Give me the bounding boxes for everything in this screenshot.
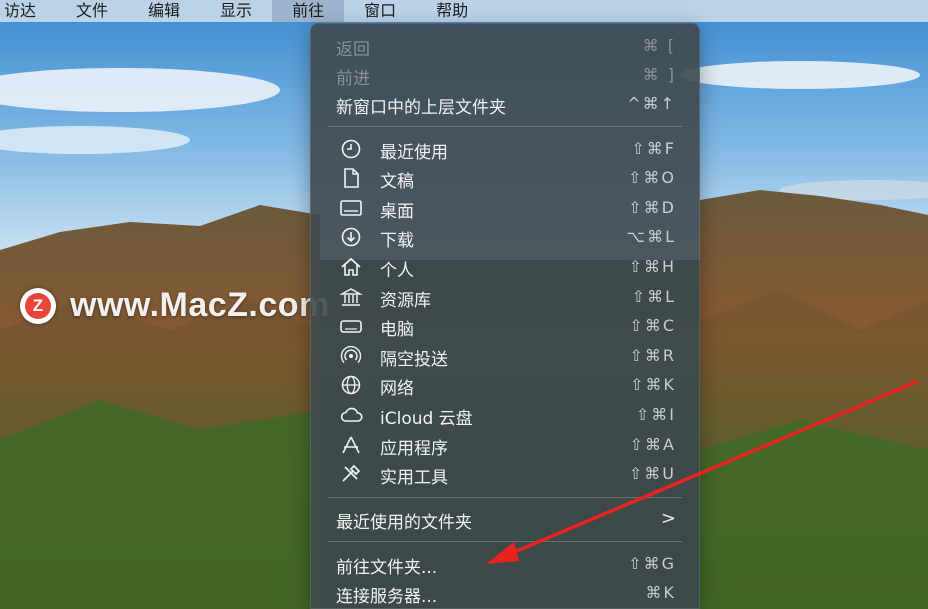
menu-separator xyxy=(328,126,682,127)
watermark-logo-letter: Z xyxy=(25,292,51,319)
watermark-text: www.MacZ.com xyxy=(70,286,330,324)
menu-item-desktop[interactable]: 桌面 ⇧⌘D xyxy=(310,194,700,222)
menu-item-go-to-folder[interactable]: 前往文件夹... ⇧⌘G xyxy=(310,550,700,578)
menubar-edit[interactable]: 编辑 xyxy=(128,0,200,22)
network-icon xyxy=(338,374,364,396)
menu-item-label: 最近使用 xyxy=(380,143,448,163)
cloud-icon xyxy=(338,404,364,426)
menu-item-utilities[interactable]: 实用工具 ⇧⌘U xyxy=(310,460,700,488)
menu-item-label: 电脑 xyxy=(380,320,414,340)
menu-item-shortcut: ⌥⌘L xyxy=(626,227,676,246)
menu-item-icloud-drive[interactable]: iCloud 云盘 ⇧⌘I xyxy=(310,401,700,429)
menu-item-documents[interactable]: 文稿 ⇧⌘O xyxy=(310,164,700,192)
menu-item-shortcut: ⇧⌘U xyxy=(628,464,676,483)
menubar-window[interactable]: 窗口 xyxy=(344,0,416,22)
menubar-file[interactable]: 文件 xyxy=(56,0,128,22)
library-icon xyxy=(338,286,364,308)
menu-item-shortcut: ⇧⌘D xyxy=(628,198,676,217)
menu-item-shortcut: ⇧⌘L xyxy=(631,287,676,306)
menu-item-label: 桌面 xyxy=(380,202,414,222)
menu-item-forward[interactable]: 前进 ⌘ ] xyxy=(310,61,700,89)
menu-item-back[interactable]: 返回 ⌘ [ xyxy=(310,32,700,60)
menu-item-label: 个人 xyxy=(380,261,414,281)
menu-item-library[interactable]: 资源库 ⇧⌘L xyxy=(310,283,700,311)
menu-item-shortcut: ⇧⌘C xyxy=(629,316,676,335)
menu-item-label: 返回 xyxy=(336,40,370,60)
menu-item-shortcut: ⇧⌘H xyxy=(628,257,676,276)
menu-item-downloads[interactable]: 下载 ⌥⌘L xyxy=(310,223,700,251)
menu-item-shortcut: ⇧⌘R xyxy=(629,346,676,365)
menu-separator xyxy=(328,497,682,498)
applications-icon xyxy=(338,434,364,456)
menu-item-shortcut: ⇧⌘O xyxy=(628,168,676,187)
menu-item-shortcut: ⇧⌘G xyxy=(628,554,676,573)
clock-icon xyxy=(338,138,364,160)
menu-item-recents[interactable]: 最近使用 ⇧⌘F xyxy=(310,135,700,163)
menu-item-network[interactable]: 网络 ⇧⌘K xyxy=(310,371,700,399)
home-icon xyxy=(338,256,364,278)
menu-item-shortcut: ⌘ [ xyxy=(642,36,676,55)
menubar-go[interactable]: 前往 xyxy=(272,0,345,22)
menu-item-shortcut: ⌘ ] xyxy=(642,65,676,84)
computer-icon xyxy=(338,315,364,337)
menu-item-label: 隔空投送 xyxy=(380,350,448,370)
utilities-icon xyxy=(338,463,364,485)
menu-item-label: 文稿 xyxy=(380,172,414,192)
menu-item-label: 最近使用的文件夹 xyxy=(336,513,472,533)
menu-bar: 访达 文件 编辑 显示 前往 窗口 帮助 xyxy=(0,0,928,22)
go-menu: 返回 ⌘ [ 前进 ⌘ ] 新窗口中的上层文件夹 ^⌘↑ 最近使用 ⇧⌘F 文稿… xyxy=(310,23,700,609)
watermark-logo: Z xyxy=(20,287,56,324)
menu-item-label: 前进 xyxy=(336,69,370,89)
menu-item-recent-folders[interactable]: 最近使用的文件夹 > xyxy=(310,505,700,533)
menu-separator xyxy=(328,541,682,542)
menu-item-label: 新窗口中的上层文件夹 xyxy=(336,98,506,118)
menu-item-shortcut: ^⌘↑ xyxy=(627,94,676,113)
menu-item-label: 实用工具 xyxy=(380,468,448,488)
menu-item-shortcut: ⇧⌘F xyxy=(631,139,676,158)
menu-item-label: iCloud 云盘 xyxy=(380,409,473,429)
chevron-right-icon: > xyxy=(660,508,676,529)
menu-item-connect-to-server[interactable]: 连接服务器... ⌘K xyxy=(310,579,700,607)
menu-item-airdrop[interactable]: 隔空投送 ⇧⌘R xyxy=(310,342,700,370)
watermark: Z www.MacZ.com xyxy=(20,286,330,325)
download-icon xyxy=(338,226,364,248)
menu-item-home[interactable]: 个人 ⇧⌘H xyxy=(310,253,700,281)
menu-item-label: 连接服务器... xyxy=(336,587,438,607)
menu-item-applications[interactable]: 应用程序 ⇧⌘A xyxy=(310,431,700,459)
menubar-view[interactable]: 显示 xyxy=(200,0,272,22)
menu-item-label: 前往文件夹... xyxy=(336,558,438,578)
menubar-help[interactable]: 帮助 xyxy=(416,0,488,22)
menu-item-shortcut: ⇧⌘A xyxy=(629,435,676,454)
menubar-finder[interactable]: 访达 xyxy=(0,0,56,22)
menu-item-shortcut: ⇧⌘K xyxy=(630,375,676,394)
document-icon xyxy=(338,167,364,189)
menu-item-enclosing-folder[interactable]: 新窗口中的上层文件夹 ^⌘↑ xyxy=(310,90,700,118)
menu-item-shortcut: ⌘K xyxy=(645,583,676,602)
menu-item-label: 资源库 xyxy=(380,291,431,311)
menu-item-shortcut: ⇧⌘I xyxy=(635,405,676,424)
menu-item-label: 下载 xyxy=(380,231,414,251)
menu-item-label: 应用程序 xyxy=(380,439,448,459)
desktop-icon xyxy=(338,197,364,219)
menu-item-computer[interactable]: 电脑 ⇧⌘C xyxy=(310,312,700,340)
menu-item-label: 网络 xyxy=(380,379,414,399)
airdrop-icon xyxy=(338,345,364,367)
